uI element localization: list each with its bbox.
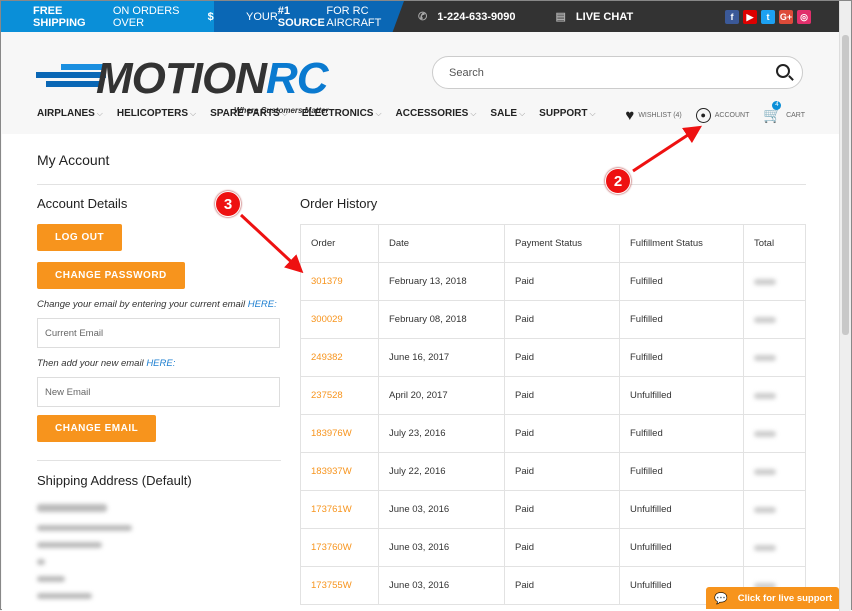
main-nav: AIRPLANES ⌵ HELICOPTERS ⌵ SPARE PARTS ⌵ ELE… bbox=[37, 108, 596, 119]
fulfillment-status: Unfulfilled bbox=[619, 528, 744, 567]
order-date: July 23, 2016 bbox=[378, 414, 505, 453]
order-history: Order History Order Date Payment Status … bbox=[300, 196, 806, 605]
payment-status: Paid bbox=[504, 528, 620, 567]
fulfillment-status: Unfulfilled bbox=[619, 376, 744, 415]
table-row: 173760W June 03, 2016 Paid Unfulfilled bbox=[300, 528, 806, 567]
order-number-link[interactable]: 173760W bbox=[300, 528, 379, 567]
twitter-icon[interactable]: t bbox=[761, 9, 775, 24]
order-total-redacted bbox=[743, 338, 806, 377]
source-banner[interactable]: YOUR #1 SOURCE FOR RC AIRCRAFT bbox=[214, 1, 404, 32]
new-email-input[interactable]: New Email bbox=[37, 377, 280, 407]
wishlist-link[interactable]: ♥ WISHLIST (4) bbox=[625, 107, 681, 124]
table-row: 183937W July 22, 2016 Paid Fulfilled bbox=[300, 452, 806, 491]
heart-icon: ♥ bbox=[625, 106, 635, 124]
phone-link[interactable]: 1-224-633-9090 bbox=[437, 11, 515, 23]
youtube-icon[interactable]: ▶ bbox=[743, 9, 757, 24]
annotation-marker-2: 2 bbox=[605, 168, 631, 194]
divider bbox=[37, 460, 281, 461]
fulfillment-status: Fulfilled bbox=[619, 262, 744, 301]
order-number-link[interactable]: 249382 bbox=[300, 338, 379, 377]
fulfillment-status: Fulfilled bbox=[619, 414, 744, 453]
shipping-address-redacted bbox=[37, 504, 281, 599]
annotation-marker-3: 3 bbox=[215, 191, 241, 217]
nav-spare-parts[interactable]: SPARE PARTS ⌵ bbox=[210, 108, 288, 119]
order-number-link[interactable]: 301379 bbox=[300, 262, 379, 301]
divider bbox=[37, 184, 806, 185]
change-email-button[interactable]: CHANGE EMAIL bbox=[37, 415, 157, 442]
order-number-link[interactable]: 183937W bbox=[300, 452, 379, 491]
payment-status: Paid bbox=[504, 452, 620, 491]
search-icon[interactable] bbox=[776, 64, 790, 78]
table-row: 249382 June 16, 2017 Paid Fulfilled bbox=[300, 338, 806, 377]
fulfillment-status: Fulfilled bbox=[619, 452, 744, 491]
order-total-redacted bbox=[743, 262, 806, 301]
order-total-redacted bbox=[743, 300, 806, 339]
instagram-icon[interactable]: ◎ bbox=[797, 9, 811, 24]
search-input[interactable]: Search bbox=[432, 56, 803, 89]
order-date: February 13, 2018 bbox=[378, 262, 505, 301]
nav-sale[interactable]: SALE ⌵ bbox=[490, 108, 525, 119]
table-row: 173761W June 03, 2016 Paid Unfulfilled bbox=[300, 490, 806, 529]
scrollbar-thumb[interactable] bbox=[842, 35, 849, 335]
nav-airplanes[interactable]: AIRPLANES ⌵ bbox=[37, 108, 103, 119]
free-shipping-banner[interactable]: FREE SHIPPING ON ORDERS OVER $99 bbox=[1, 1, 226, 32]
order-table: Order Date Payment Status Fulfillment St… bbox=[300, 224, 806, 605]
live-chat-link[interactable]: LIVE CHAT bbox=[576, 11, 633, 23]
here-link[interactable]: HERE: bbox=[248, 299, 277, 310]
order-number-link[interactable]: 183976W bbox=[300, 414, 379, 453]
payment-status: Paid bbox=[504, 338, 620, 377]
current-email-input[interactable]: Current Email bbox=[37, 318, 280, 348]
page-title: My Account bbox=[37, 152, 110, 168]
chat-bubble-icon: 💬 bbox=[714, 592, 728, 605]
order-number-link[interactable]: 173761W bbox=[300, 490, 379, 529]
order-date: June 03, 2016 bbox=[378, 490, 505, 529]
order-number-link[interactable]: 237528 bbox=[300, 376, 379, 415]
fulfillment-status: Unfulfilled bbox=[619, 490, 744, 529]
payment-status: Paid bbox=[504, 414, 620, 453]
order-date: April 20, 2017 bbox=[378, 376, 505, 415]
nav-helicopters[interactable]: HELICOPTERS ⌵ bbox=[117, 108, 196, 119]
facebook-icon[interactable]: f bbox=[725, 9, 739, 24]
order-date: June 03, 2016 bbox=[378, 528, 505, 567]
order-total-redacted bbox=[743, 528, 806, 567]
user-icon: ● bbox=[695, 107, 711, 123]
nav-support[interactable]: SUPPORT ⌵ bbox=[539, 108, 595, 119]
order-number-link[interactable]: 173755W bbox=[300, 566, 379, 605]
order-total-redacted bbox=[743, 414, 806, 453]
payment-status: Paid bbox=[504, 300, 620, 339]
order-number-link[interactable]: 300029 bbox=[300, 300, 379, 339]
motionrc-logo[interactable]: MOTIONRC Where Customers Matter bbox=[36, 54, 376, 115]
table-row: 300029 February 08, 2018 Paid Fulfilled bbox=[300, 300, 806, 339]
payment-status: Paid bbox=[504, 262, 620, 301]
change-password-button[interactable]: CHANGE PASSWORD bbox=[37, 262, 185, 289]
fulfillment-status: Fulfilled bbox=[619, 300, 744, 339]
payment-status: Paid bbox=[504, 376, 620, 415]
phone-icon: ✆ bbox=[418, 11, 428, 23]
here-link[interactable]: HERE: bbox=[146, 358, 175, 369]
scrollbar[interactable] bbox=[839, 1, 851, 611]
cart-link[interactable]: 🛒 4 CART bbox=[763, 101, 805, 124]
nav-accessories[interactable]: ACCESSORIES ⌵ bbox=[396, 108, 477, 119]
live-support-button[interactable]: 💬 Click for live support bbox=[706, 587, 839, 609]
account-details: Account Details LOG OUT CHANGE PASSWORD … bbox=[37, 196, 281, 599]
promo-bar: FREE SHIPPING ON ORDERS OVER $99 YOUR #1… bbox=[1, 1, 851, 32]
order-total-redacted bbox=[743, 452, 806, 491]
order-total-redacted bbox=[743, 376, 806, 415]
order-date: February 08, 2018 bbox=[378, 300, 505, 339]
table-row: 183976W July 23, 2016 Paid Fulfilled bbox=[300, 414, 806, 453]
table-row: 301379 February 13, 2018 Paid Fulfilled bbox=[300, 262, 806, 301]
order-date: June 16, 2017 bbox=[378, 338, 505, 377]
order-total-redacted bbox=[743, 490, 806, 529]
fulfillment-status: Fulfilled bbox=[619, 338, 744, 377]
google-plus-icon[interactable]: G+ bbox=[779, 9, 793, 24]
order-date: June 03, 2016 bbox=[378, 566, 505, 605]
order-date: July 22, 2016 bbox=[378, 452, 505, 491]
payment-status: Paid bbox=[504, 566, 620, 605]
chat-icon: ▤ bbox=[555, 11, 566, 23]
logout-button[interactable]: LOG OUT bbox=[37, 224, 123, 251]
account-link[interactable]: ● ACCOUNT bbox=[695, 107, 749, 123]
table-row: 237528 April 20, 2017 Paid Unfulfilled bbox=[300, 376, 806, 415]
payment-status: Paid bbox=[504, 490, 620, 529]
nav-electronics[interactable]: ELECTRONICS ⌵ bbox=[302, 108, 382, 119]
